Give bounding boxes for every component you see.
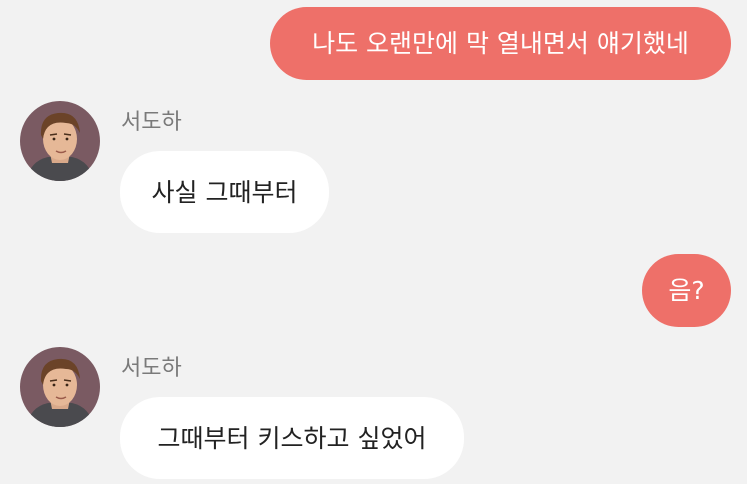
avatar[interactable] [20,101,100,181]
message-text: 나도 오랜만에 막 열내면서 얘기했네 [312,29,689,58]
received-message-bubble[interactable]: 사실 그때부터 [120,151,329,233]
sender-name: 서도하 [121,356,182,381]
message-text: 사실 그때부터 [151,177,298,207]
message-text: 그때부터 키스하고 싶었어 [157,423,427,453]
received-message-bubble[interactable]: 그때부터 키스하고 싶었어 [120,397,464,479]
sender-name: 서도하 [121,110,182,135]
message-text: 음? [668,276,705,305]
avatar[interactable] [20,347,100,427]
chat-conversation: 나도 오랜만에 막 열내면서 얘기했네 서도하 사실 그때부터 음? 서도하 그… [0,0,747,484]
sent-message-bubble[interactable]: 나도 오랜만에 막 열내면서 얘기했네 [270,7,731,80]
sent-message-bubble[interactable]: 음? [642,254,731,327]
male-portrait-avatar-icon [20,101,100,181]
male-portrait-avatar-icon [20,347,100,427]
